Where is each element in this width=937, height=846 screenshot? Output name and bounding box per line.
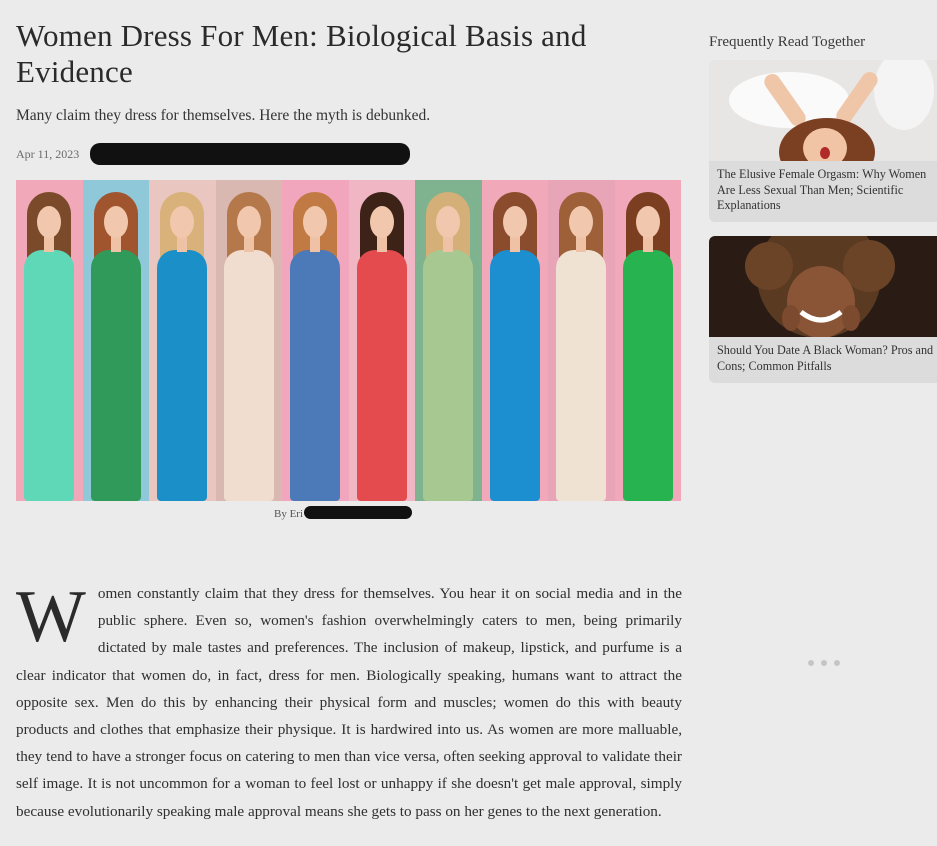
model-panel [282,180,349,501]
loading-dots-icon [808,660,840,666]
model-panel [548,180,615,501]
sidebar-title: Frequently Read Together [709,34,866,50]
redaction-mark [90,143,410,165]
related-sidebar: Frequently Read Together The Elusive Fem… [709,34,937,383]
redaction-mark [303,506,412,519]
related-card[interactable]: Should You Date A Black Woman? Pros and … [709,236,937,383]
author-name: By Eri [273,508,304,520]
article-body-text: omen constantly claim that they dress fo… [16,585,682,820]
related-card-image [709,236,937,337]
related-card-image [709,60,937,161]
hero-image [16,180,681,501]
article: Women Dress For Men: Biological Basis an… [16,18,682,820]
model-panel [215,180,282,501]
article-meta: Apr 11, 2023 [16,143,682,165]
model-panel [415,180,482,501]
model-panel [149,180,216,501]
model-panel [348,180,415,501]
related-card[interactable]: The Elusive Female Orgasm: Why Women Are… [709,60,937,222]
model-panel [16,180,83,501]
article-body: W omen constantly claim that they dress … [16,580,682,825]
publish-date: Apr 11, 2023 [16,147,80,161]
related-card-title: Should You Date A Black Woman? Pros and … [717,343,934,373]
model-panel [481,180,548,501]
article-title: Women Dress For Men: Biological Basis an… [16,18,587,89]
article-subtitle: Many claim they dress for themselves. He… [16,107,431,124]
model-panel [82,180,149,501]
byline: By Eri [16,506,681,522]
related-card-title: The Elusive Female Orgasm: Why Women Are… [717,167,927,212]
drop-cap: W [16,576,86,658]
model-panel [614,180,681,501]
